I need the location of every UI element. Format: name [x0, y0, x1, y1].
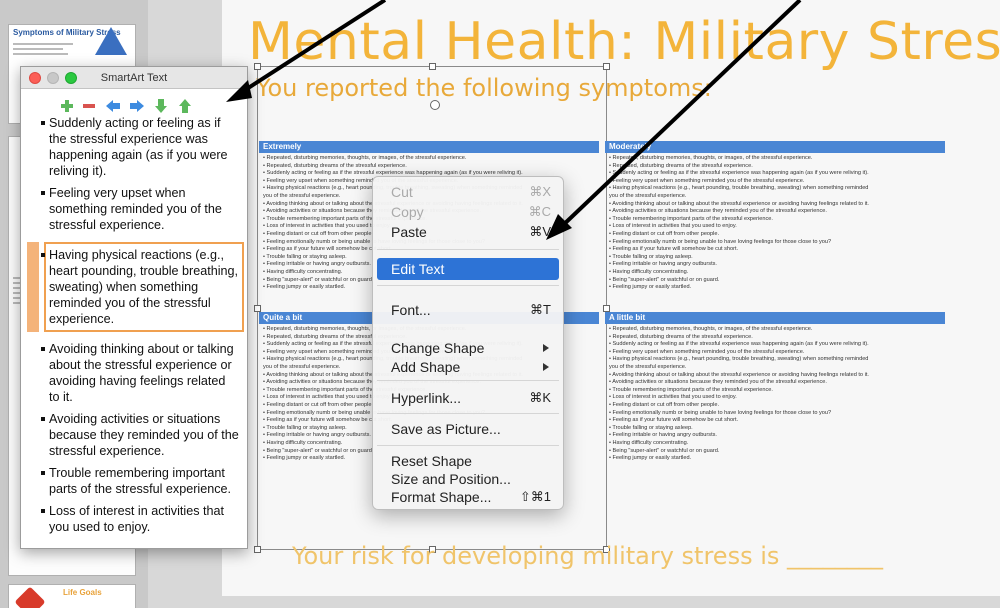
annotation-arrow — [240, 0, 387, 94]
annotation-arrow — [558, 0, 802, 230]
annotation-arrows — [226, 0, 802, 240]
arrow-head-icon — [226, 80, 252, 102]
